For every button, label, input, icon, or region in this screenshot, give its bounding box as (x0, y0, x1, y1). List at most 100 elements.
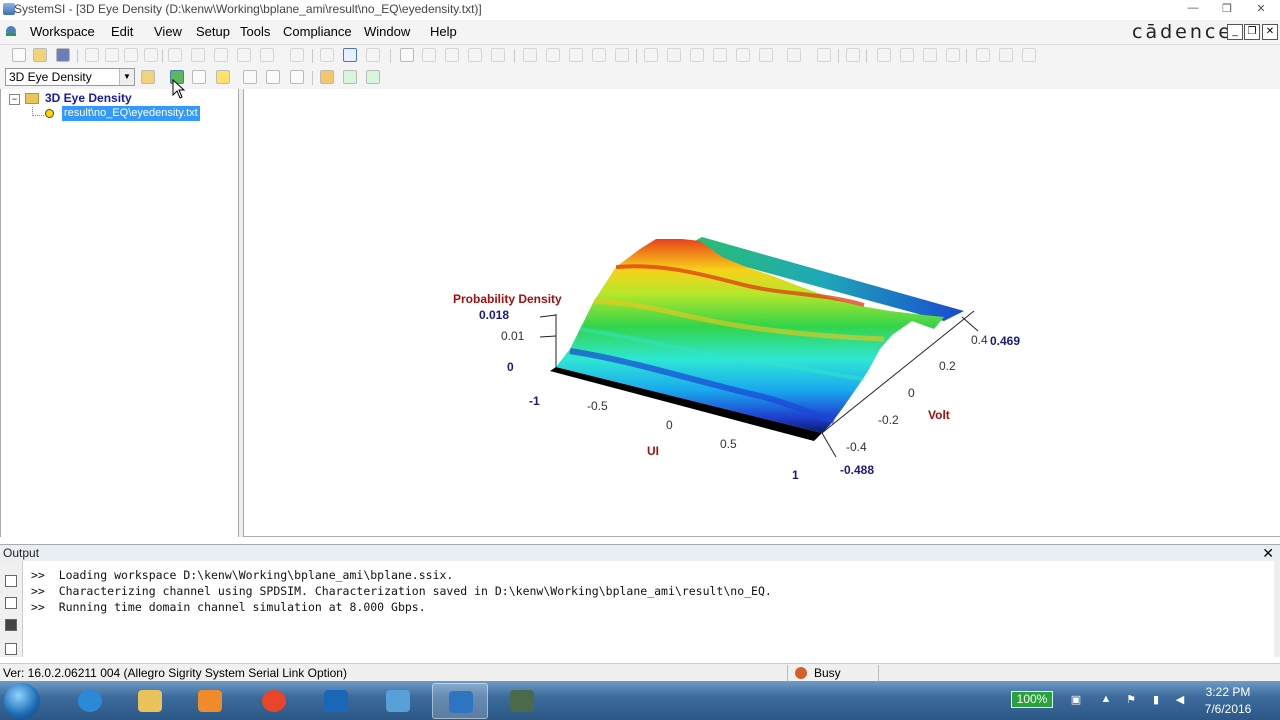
refresh-icon[interactable] (260, 48, 274, 62)
sigrity-icon[interactable] (494, 683, 550, 719)
menu-compliance[interactable]: Compliance (283, 24, 352, 39)
copy-icon[interactable] (468, 48, 482, 62)
volume-icon[interactable]: ◀ (1173, 693, 1187, 706)
network-icon[interactable]: ▮ (1149, 693, 1163, 706)
menu-view[interactable]: View (154, 24, 182, 39)
output-tab-icon[interactable] (5, 575, 17, 587)
export-image-icon[interactable] (290, 70, 304, 84)
rotate-z-icon[interactable] (243, 70, 257, 84)
redo-dropdown-icon[interactable] (144, 48, 158, 62)
align-right-icon[interactable] (900, 48, 914, 62)
file-explorer-icon[interactable] (122, 683, 178, 719)
menu-tools[interactable]: Tools (240, 24, 270, 39)
lightbulb-icon[interactable] (216, 70, 230, 84)
chrome-icon[interactable] (246, 683, 302, 719)
clock-time[interactable]: 3:22 PM (1200, 685, 1256, 699)
show-hidden-icons-icon[interactable]: ▲ (1099, 693, 1113, 706)
view-type-select[interactable]: 3D Eye Density ▼ (5, 68, 135, 86)
open-folder-icon[interactable] (141, 70, 155, 84)
zoom-area-icon[interactable] (214, 48, 228, 62)
tree-root-label: 3D Eye Density (45, 91, 132, 105)
plot-area[interactable]: Probability Density 0.018 0.01 0 -1 -0.5… (244, 89, 1280, 537)
save-icon[interactable] (56, 48, 70, 62)
battery-indicator[interactable]: 100% (1011, 691, 1053, 708)
align-left-icon[interactable] (877, 48, 891, 62)
distribute-h-icon[interactable] (976, 48, 990, 62)
output-scrollbar[interactable] (1274, 561, 1280, 657)
block-icon[interactable] (569, 48, 583, 62)
app-icon[interactable] (370, 683, 426, 719)
output-title: Output (3, 546, 40, 560)
distribute-v-icon[interactable] (999, 48, 1013, 62)
close-button[interactable]: ✕ (1248, 2, 1274, 18)
eye-icon[interactable] (320, 70, 334, 84)
menu-edit[interactable]: Edit (111, 24, 133, 39)
mdi-minimize-button[interactable]: _ (1227, 24, 1243, 40)
open-icon[interactable] (33, 48, 47, 62)
block-icon[interactable] (592, 48, 606, 62)
menu-workspace[interactable]: Workspace (30, 24, 95, 39)
component-icon[interactable] (667, 48, 681, 62)
select-pointer-icon[interactable] (400, 48, 414, 62)
distribute-icon[interactable] (1022, 48, 1036, 62)
undo-icon[interactable] (85, 48, 99, 62)
stop-icon[interactable] (366, 48, 380, 62)
start-button[interactable] (4, 683, 40, 719)
component-icon[interactable] (644, 48, 658, 62)
systemsi-task-icon[interactable] (432, 683, 488, 719)
zoom-previous-icon[interactable] (237, 48, 251, 62)
run-icon[interactable] (343, 48, 357, 62)
menu-window[interactable]: Window (364, 24, 410, 39)
outlook-icon[interactable] (308, 683, 364, 719)
app-menu-icon[interactable] (4, 24, 18, 38)
zoom-fit-icon[interactable] (168, 48, 182, 62)
version-text: Ver: 16.0.2.06211 004 (Allegro Sigrity S… (3, 666, 347, 680)
chevron-down-icon[interactable]: ▼ (119, 69, 134, 85)
grid-icon[interactable] (846, 48, 860, 62)
action-center-icon[interactable]: ⚑ (1124, 693, 1138, 706)
component-icon[interactable] (736, 48, 750, 62)
component-icon[interactable] (787, 48, 801, 62)
undo-dropdown-icon[interactable] (105, 48, 119, 62)
zoom-in-icon[interactable] (191, 48, 205, 62)
delete-icon[interactable] (445, 48, 459, 62)
block-icon[interactable] (523, 48, 537, 62)
toolbar-separator (514, 49, 515, 63)
fit-horizontal-icon[interactable] (343, 70, 357, 84)
internet-explorer-icon[interactable] (62, 683, 118, 719)
clear-icon[interactable] (5, 643, 17, 655)
collapse-icon[interactable]: − (9, 94, 20, 105)
component-icon[interactable] (690, 48, 704, 62)
output-console[interactable]: >> Loading workspace D:\kenw\Working\bpl… (23, 561, 1280, 657)
component-icon[interactable] (759, 48, 773, 62)
power-icon[interactable]: ▣ (1069, 693, 1083, 706)
minimize-button[interactable]: — (1180, 2, 1206, 18)
layers-icon[interactable] (290, 48, 304, 62)
measure-icon[interactable] (491, 48, 505, 62)
log-icon[interactable] (5, 597, 17, 609)
menu-setup[interactable]: Setup (196, 24, 230, 39)
toolbar-separator (312, 71, 313, 85)
pause-icon[interactable] (320, 48, 334, 62)
restore-button[interactable]: ❐ (1214, 2, 1240, 18)
clock-date[interactable]: 7/6/2016 (1200, 702, 1256, 716)
table-icon[interactable] (192, 70, 206, 84)
component-icon[interactable] (713, 48, 727, 62)
console-icon[interactable] (5, 619, 17, 631)
align-bottom-icon[interactable] (946, 48, 960, 62)
mdi-restore-button[interactable]: ❐ (1244, 24, 1260, 40)
flip-z-icon[interactable] (266, 70, 280, 84)
fit-all-icon[interactable] (366, 70, 380, 84)
block-icon[interactable] (546, 48, 560, 62)
close-icon[interactable]: ✕ (1262, 545, 1274, 561)
mdi-close-button[interactable]: ✕ (1262, 24, 1278, 40)
menu-help[interactable]: Help (430, 24, 457, 39)
media-player-icon[interactable] (182, 683, 238, 719)
toolbar-separator (636, 49, 637, 63)
align-top-icon[interactable] (923, 48, 937, 62)
block-icon[interactable] (615, 48, 629, 62)
redo-icon[interactable] (124, 48, 138, 62)
new-icon[interactable] (12, 48, 26, 62)
component-icon[interactable] (817, 48, 831, 62)
move-icon[interactable] (422, 48, 436, 62)
